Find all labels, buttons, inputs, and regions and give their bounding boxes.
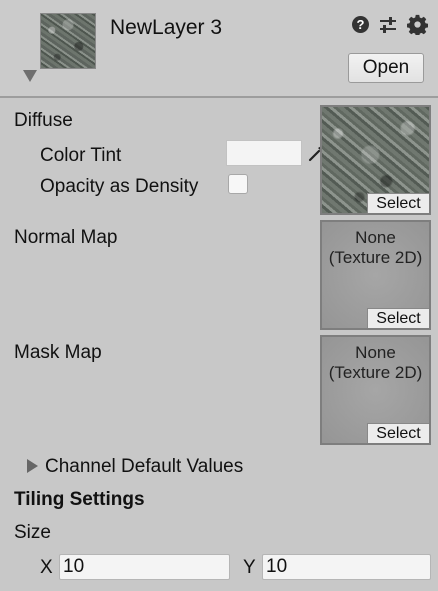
tiling-settings-label: Tiling Settings (14, 489, 145, 510)
gear-icon[interactable] (407, 14, 428, 35)
mask-map-select-button[interactable]: Select (367, 423, 429, 443)
size-y-field[interactable]: 10 (262, 554, 431, 580)
channel-defaults-arrow-icon[interactable] (27, 459, 38, 473)
normal-map-none-line2: (Texture 2D) (328, 248, 423, 267)
size-x-field[interactable]: 10 (59, 554, 230, 580)
mask-map-none-line2: (Texture 2D) (328, 363, 423, 382)
diffuse-select-button[interactable]: Select (367, 193, 429, 213)
mask-map-texture-slot[interactable]: None (Texture 2D) Select (320, 335, 431, 445)
size-label: Size (14, 522, 51, 543)
header-divider (0, 96, 438, 98)
size-y-label[interactable]: Y (243, 557, 256, 579)
mask-map-none-line1: None (355, 343, 396, 362)
color-tint-label: Color Tint (40, 145, 122, 166)
diffuse-label: Diffuse (14, 110, 73, 131)
color-tint-field[interactable] (226, 140, 302, 166)
normal-map-none-line1: None (355, 228, 396, 247)
layer-thumbnail (40, 13, 96, 69)
help-icon[interactable]: ? (352, 16, 369, 33)
opacity-density-label: Opacity as Densitу (40, 176, 199, 197)
diffuse-texture-slot[interactable]: Select (320, 105, 431, 215)
normal-map-label: Normal Map (14, 227, 118, 248)
layer-header: NewLayer 3 ? Open (0, 0, 438, 96)
foldout-arrow-icon[interactable] (23, 70, 37, 82)
open-button[interactable]: Open (348, 53, 424, 83)
mask-map-label: Mask Map (14, 342, 102, 363)
size-x-label[interactable]: X (40, 557, 53, 579)
opacity-density-checkbox[interactable] (228, 174, 248, 194)
channel-defaults-foldout[interactable]: Channel Default Values (45, 456, 243, 478)
normal-map-select-button[interactable]: Select (367, 308, 429, 328)
normal-map-none-text: None (Texture 2D) (322, 228, 429, 268)
layer-name: NewLayer 3 (110, 16, 223, 39)
mask-map-none-text: None (Texture 2D) (322, 343, 429, 383)
preset-sliders-icon[interactable] (378, 15, 398, 35)
normal-map-texture-slot[interactable]: None (Texture 2D) Select (320, 220, 431, 330)
